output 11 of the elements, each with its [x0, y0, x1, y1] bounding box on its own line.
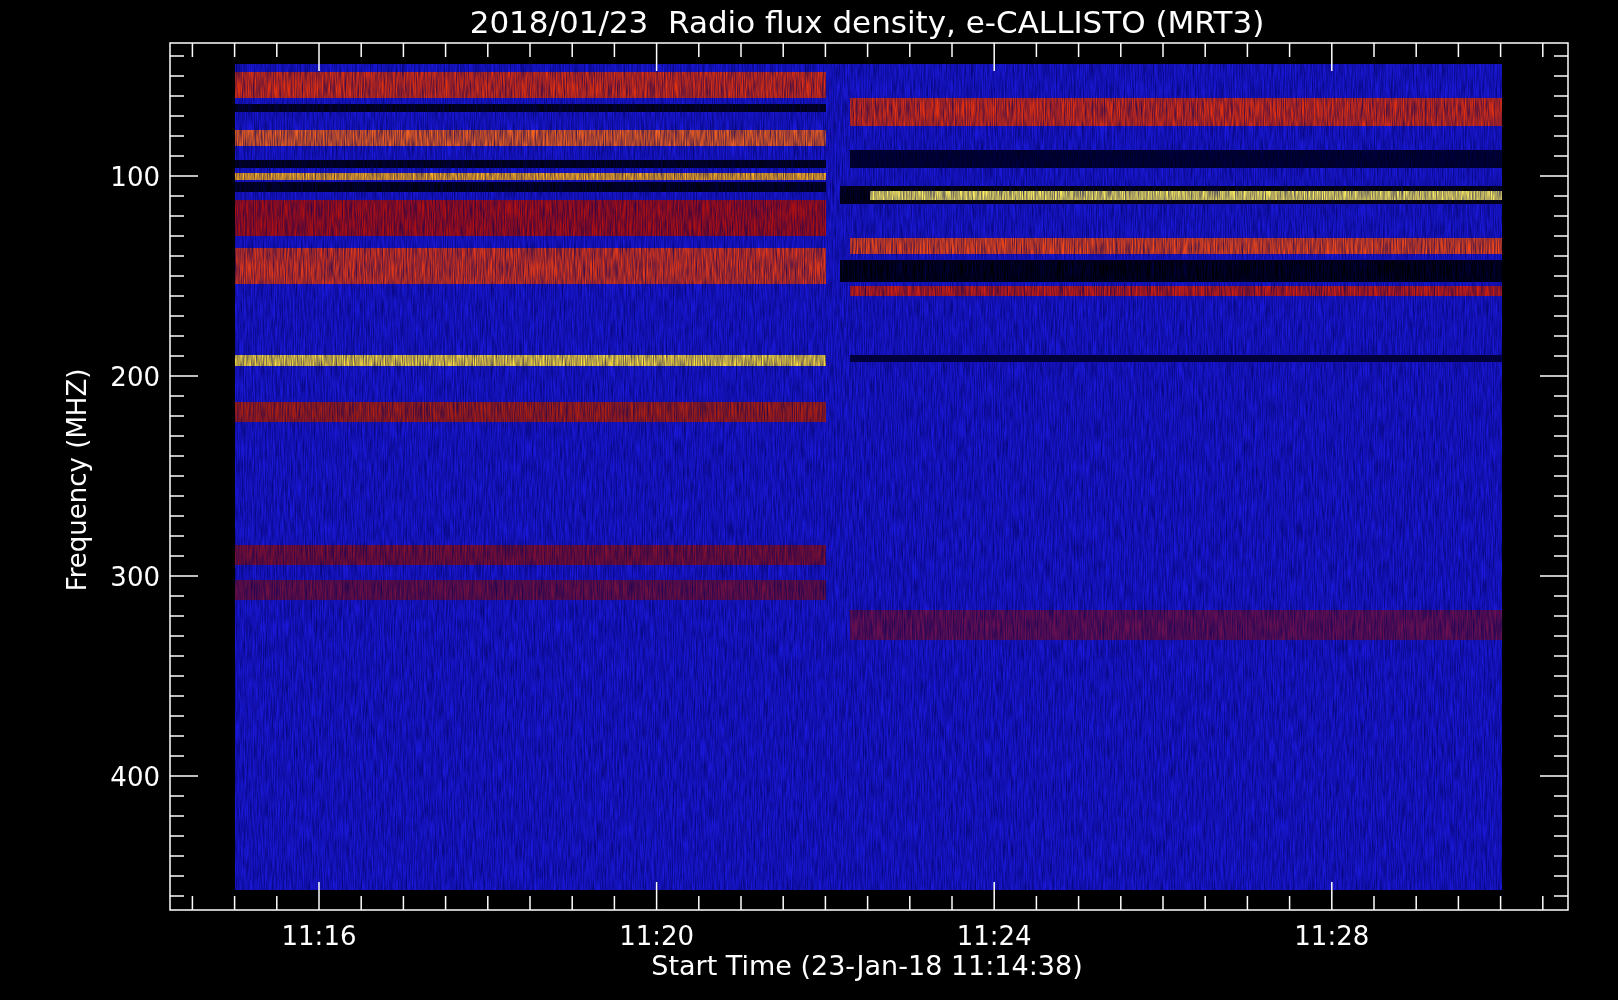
y-axis-label: Frequency (MHZ): [62, 368, 92, 592]
y-tick-label: 300: [110, 562, 160, 592]
chart-title: 2018/01/23 Radio flux density, e-CALLISTO (MRT3): [469, 4, 1265, 40]
x-tick-label: 11:16: [281, 921, 357, 951]
x-tick-label: 11:28: [1294, 921, 1370, 951]
y-tick-label: 200: [110, 362, 160, 392]
y-tick-label: 400: [110, 762, 160, 792]
x-tick-label: 11:24: [956, 921, 1032, 951]
x-axis-label: Start Time (23-Jan-18 11:14:38): [651, 950, 1083, 981]
y-tick-label: 100: [110, 162, 160, 192]
x-tick-label: 11:20: [619, 921, 695, 951]
